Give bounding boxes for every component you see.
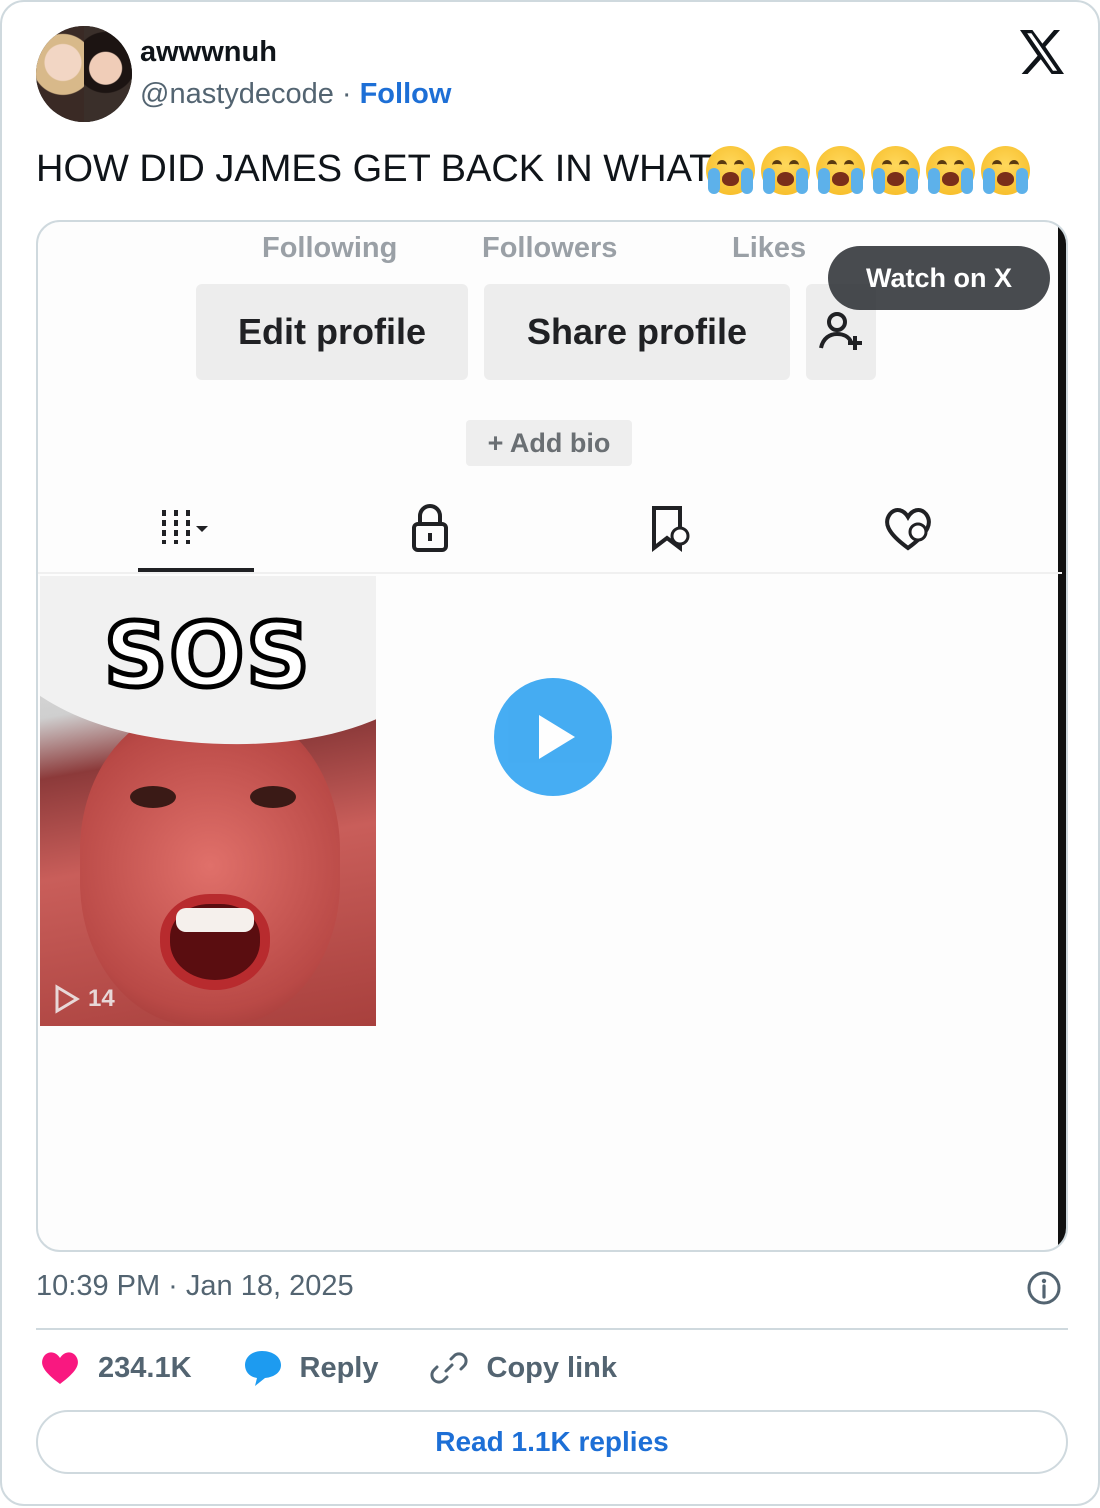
x-logo-icon[interactable]: [1018, 30, 1066, 74]
tweet-text: HOW DID JAMES GET BACK IN WHAT: [36, 148, 713, 190]
views-count: 14: [88, 985, 115, 1012]
reply-bubble-icon: [244, 1351, 281, 1386]
info-icon[interactable]: [1026, 1270, 1062, 1306]
play-icon: [539, 715, 575, 759]
stat-followers: Followers: [482, 232, 618, 264]
like-button[interactable]: 234.1K: [40, 1350, 192, 1386]
thumbnail-caption: SOS: [102, 602, 313, 710]
separator: ·: [341, 78, 352, 110]
reply-label: Reply: [299, 1351, 379, 1384]
author-handle[interactable]: @nastydecode: [140, 78, 334, 111]
thumbnail-views: 14: [54, 984, 115, 1014]
bookmark-icon: [652, 506, 690, 553]
read-replies-button[interactable]: Read 1.1K replies: [36, 1410, 1068, 1474]
share-profile-button: Share profile: [484, 284, 790, 380]
add-bio-button: + Add bio: [466, 420, 632, 466]
handle-row: @nastydecode · Follow: [140, 78, 451, 111]
tab-divider: [38, 572, 1062, 574]
play-button[interactable]: [494, 678, 612, 796]
video-thumbnail: SOS 14: [40, 576, 376, 1026]
loudly-crying-face-icon: [871, 146, 920, 195]
grid-icon: [162, 510, 208, 544]
heart-icon: [42, 1352, 78, 1384]
loudly-crying-face-icon: [981, 146, 1030, 195]
lock-icon: [412, 504, 448, 552]
loudly-crying-face-icon: [761, 146, 810, 195]
watch-on-x-button[interactable]: Watch on X: [828, 246, 1050, 310]
play-outline-icon: [55, 984, 80, 1014]
emoji-row: [706, 146, 1030, 195]
timestamp[interactable]: 10:39 PM · Jan 18, 2025: [36, 1270, 354, 1303]
avatar[interactable]: [36, 26, 132, 122]
stat-following: Following: [262, 232, 398, 264]
copy-link-button[interactable]: Copy link: [429, 1348, 618, 1388]
loudly-crying-face-icon: [926, 146, 975, 195]
author-name[interactable]: awwwnuh: [140, 36, 277, 69]
like-count: 234.1K: [98, 1351, 192, 1384]
link-icon: [429, 1352, 468, 1384]
divider: [36, 1328, 1068, 1330]
video-edge: [1058, 222, 1066, 1250]
copy-link-label: Copy link: [486, 1351, 618, 1384]
reply-button[interactable]: Reply: [242, 1348, 379, 1388]
loudly-crying-face-icon: [706, 146, 755, 195]
tweet-card: awwwnuh @nastydecode · Follow HOW DID JA…: [0, 0, 1100, 1506]
follow-button[interactable]: Follow: [360, 78, 452, 111]
liked-icon: [885, 508, 931, 551]
stat-likes: Likes: [732, 232, 807, 264]
add-user-icon: [819, 312, 862, 350]
loudly-crying-face-icon: [816, 146, 865, 195]
edit-profile-button: Edit profile: [196, 284, 468, 380]
action-bar: 234.1K Reply Copy link: [40, 1348, 667, 1388]
video-player[interactable]: Following Followers Likes Edit profile S…: [36, 220, 1068, 1252]
